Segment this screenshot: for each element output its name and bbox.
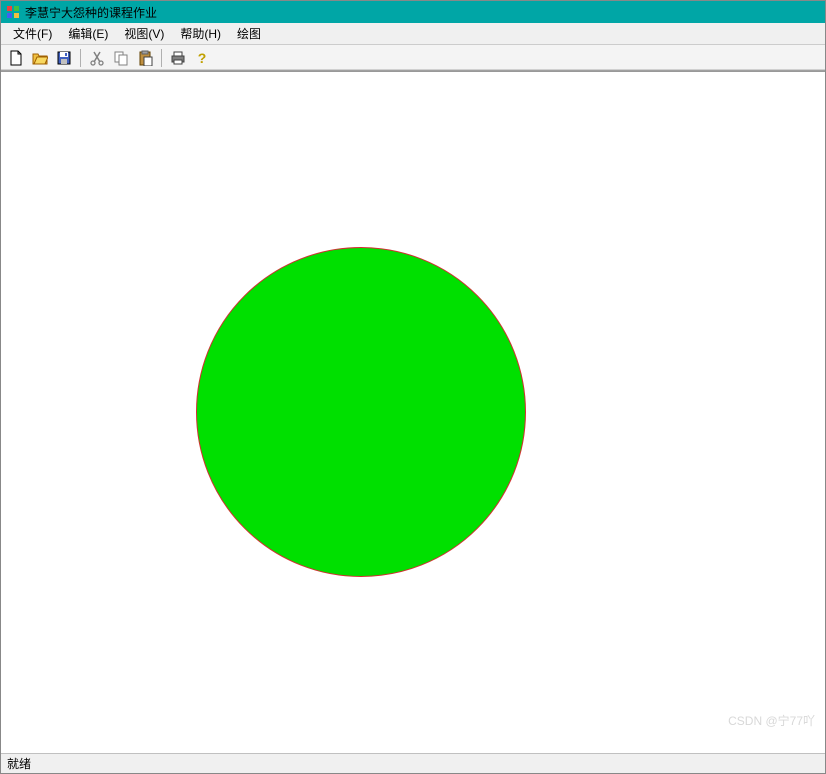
open-file-icon[interactable] xyxy=(29,47,51,69)
menu-help[interactable]: 帮助(H) xyxy=(172,23,229,44)
toolbar: ? xyxy=(1,45,825,71)
watermark: CSDN @宁77吖 xyxy=(728,712,815,729)
titlebar: 李慧宁大怨种的课程作业 xyxy=(1,1,825,23)
status-text: 就绪 xyxy=(7,755,31,772)
paste-icon[interactable] xyxy=(134,47,156,69)
drawn-circle xyxy=(196,247,526,577)
copy-icon[interactable] xyxy=(110,47,132,69)
toolbar-separator xyxy=(161,49,162,67)
toolbar-separator xyxy=(80,49,81,67)
window-title: 李慧宁大怨种的课程作业 xyxy=(25,4,157,21)
save-file-icon[interactable] xyxy=(53,47,75,69)
menu-draw[interactable]: 绘图 xyxy=(229,23,269,44)
app-icon xyxy=(5,4,21,20)
new-file-icon[interactable] xyxy=(5,47,27,69)
cut-icon[interactable] xyxy=(86,47,108,69)
menu-view[interactable]: 视图(V) xyxy=(116,23,172,44)
print-icon[interactable] xyxy=(167,47,189,69)
canvas-area[interactable]: CSDN @宁77吖 xyxy=(1,71,825,753)
help-icon[interactable]: ? xyxy=(191,47,213,69)
statusbar: 就绪 xyxy=(1,753,825,773)
menubar: 文件(F) 编辑(E) 视图(V) 帮助(H) 绘图 xyxy=(1,23,825,45)
svg-text:?: ? xyxy=(198,50,207,66)
menu-file[interactable]: 文件(F) xyxy=(5,23,60,44)
menu-edit[interactable]: 编辑(E) xyxy=(60,23,116,44)
